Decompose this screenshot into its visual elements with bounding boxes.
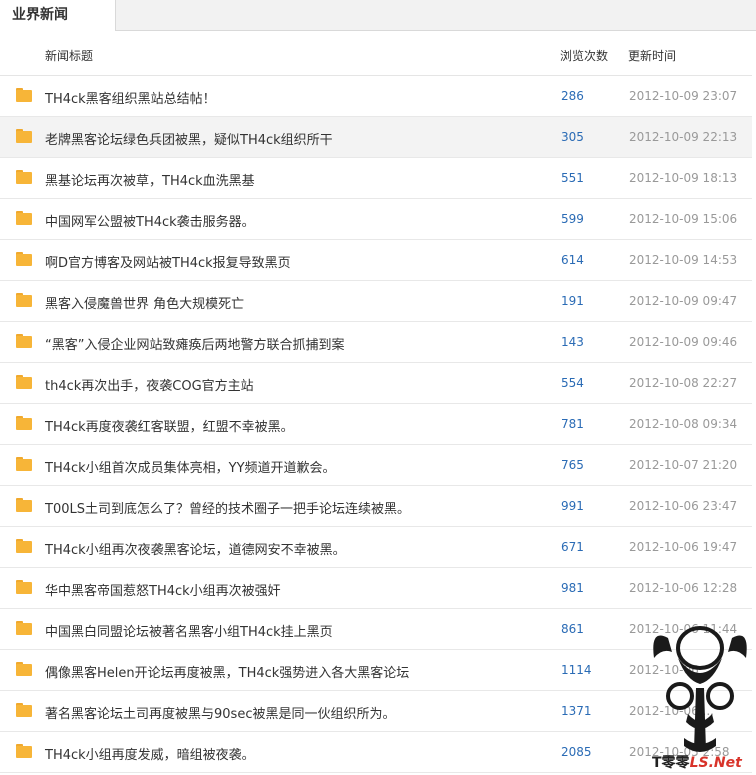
table-row[interactable]: 华中黑客帝国惹怒TH4ck小组再次被强奸 981 2012-10-06 12:28 [0, 568, 752, 609]
news-title-link[interactable]: 啊D官方博客及网站被TH4ck报复导致黑页 [45, 252, 291, 271]
news-list: TH4ck黑客组织黑站总结帖！ 286 2012-10-09 23:07 老牌黑客论坛… [0, 76, 752, 773]
news-title-link[interactable]: T00LS土司到底怎么了？曾经的技术圈子一把手论坛连续被黑。 [45, 498, 410, 517]
list-header: 新闻标题 浏览次数 更新时间 [0, 31, 752, 76]
folder-icon [16, 375, 32, 389]
update-time: 2012-10-09 15:06 [629, 212, 738, 226]
view-count: 305 [561, 130, 584, 144]
folder-icon [16, 580, 32, 594]
view-count: 551 [561, 171, 584, 185]
table-row[interactable]: th4ck再次出手，夜袭COG官方主站 554 2012-10-08 22:27 [0, 363, 752, 404]
watermark-prefix: T零零 [652, 755, 690, 771]
view-count: 286 [561, 89, 584, 103]
news-title-link[interactable]: TH4ck小组首次成员集体亮相，YY频道开道歉会。 [45, 457, 336, 476]
table-row[interactable]: 偶像黑客Helen开论坛再度被黑，TH4ck强势进入各大黑客论坛 1114 2012… [0, 650, 752, 691]
dragon-logo-watermark [653, 626, 747, 752]
table-row[interactable]: TH4ck再度夜袭红客联盟，红盟不幸被黑。 781 2012-10-08 09:34 [0, 404, 752, 445]
folder-icon [16, 211, 32, 225]
view-count: 1371 [561, 704, 592, 718]
table-row[interactable]: TH4ck黑客组织黑站总结帖！ 286 2012-10-09 23:07 [0, 76, 752, 117]
update-time: 2012-10-06 12:28 [629, 581, 738, 595]
view-count: 614 [561, 253, 584, 267]
view-count: 991 [561, 499, 584, 513]
table-row[interactable]: TH4ck小组再次夜袭黑客论坛，道德网安不幸被黑。 671 2012-10-06 1… [0, 527, 752, 568]
folder-icon [16, 744, 32, 758]
update-time: 2012-10-07 21:20 [629, 458, 738, 472]
news-title-link[interactable]: 偶像黑客Helen开论坛再度被黑，TH4ck强势进入各大黑客论坛 [45, 662, 409, 681]
folder-icon [16, 334, 32, 348]
news-title-link[interactable]: 华中黑客帝国惹怒TH4ck小组再次被强奸 [45, 580, 281, 599]
view-count: 671 [561, 540, 584, 554]
update-time: 2012-10-06 19:47 [629, 540, 738, 554]
update-time: 2012-10-09 18:13 [629, 171, 738, 185]
update-time: 2012-10-09 14:53 [629, 253, 738, 267]
folder-icon [16, 170, 32, 184]
view-count: 765 [561, 458, 584, 472]
folder-icon [16, 498, 32, 512]
column-header-date: 更新时间 [628, 49, 677, 63]
folder-icon [16, 703, 32, 717]
news-title-link[interactable]: 中国网军公盟被TH4ck袭击服务器。 [45, 211, 255, 230]
view-count: 861 [561, 622, 584, 636]
view-count: 191 [561, 294, 584, 308]
news-title-link[interactable]: TH4ck小组再度发威，暗组被夜袭。 [45, 744, 255, 763]
news-title-link[interactable]: 黑基论坛再次被草，TH4ck血洗黑基 [45, 170, 255, 189]
view-count: 599 [561, 212, 584, 226]
update-time: 2012-10-08 22:27 [629, 376, 738, 390]
news-title-link[interactable]: 黑客入侵魔兽世界 角色大规模死亡 [45, 293, 244, 312]
folder-icon [16, 662, 32, 676]
view-count: 1114 [561, 663, 592, 677]
table-row[interactable]: “黑客”入侵企业网站致瘫痪后两地警方联合抓捕到案 143 2012-10-09 09… [0, 322, 752, 363]
folder-icon [16, 539, 32, 553]
view-count: 554 [561, 376, 584, 390]
table-row[interactable]: TH4ck小组再度发威，暗组被夜袭。 2085 2012-10-05 2:58 [0, 732, 752, 773]
folder-icon [16, 457, 32, 471]
watermark-suffix: .Net [708, 755, 742, 771]
update-time: 2012-10-08 09:34 [629, 417, 738, 431]
folder-icon [16, 252, 32, 266]
folder-icon [16, 88, 32, 102]
tab-industry-news[interactable]: 业界新闻 [0, 0, 116, 31]
news-title-link[interactable]: “黑客”入侵企业网站致瘫痪后两地警方联合抓捕到案 [45, 334, 344, 353]
news-title-link[interactable]: TH4ck小组再次夜袭黑客论坛，道德网安不幸被黑。 [45, 539, 346, 558]
folder-icon [16, 129, 32, 143]
update-time: 2012-10-09 22:13 [629, 130, 738, 144]
watermark-text: T零零LS.Net [652, 752, 742, 772]
news-title-link[interactable]: 中国黑白同盟论坛被著名黑客小组TH4ck挂上黑页 [45, 621, 333, 640]
update-time: 2012-10-09 09:46 [629, 335, 738, 349]
folder-icon [16, 621, 32, 635]
news-title-link[interactable]: th4ck再次出手，夜袭COG官方主站 [45, 375, 254, 394]
view-count: 143 [561, 335, 584, 349]
table-row[interactable]: 黑客入侵魔兽世界 角色大规模死亡 191 2012-10-09 09:47 [0, 281, 752, 322]
table-row[interactable]: 著名黑客论坛土司再度被黑与90sec被黑是同一伙组织所为。 1371 2012-10… [0, 691, 752, 732]
table-row[interactable]: 中国网军公盟被TH4ck袭击服务器。 599 2012-10-09 15:06 [0, 199, 752, 240]
table-row[interactable]: 黑基论坛再次被草，TH4ck血洗黑基 551 2012-10-09 18:13 [0, 158, 752, 199]
watermark-mid: LS [689, 755, 709, 771]
view-count: 781 [561, 417, 584, 431]
table-row[interactable]: T00LS土司到底怎么了？曾经的技术圈子一把手论坛连续被黑。 991 2012-10… [0, 486, 752, 527]
news-title-link[interactable]: 老牌黑客论坛绿色兵团被黑，疑似TH4ck组织所干 [45, 129, 333, 148]
column-header-title: 新闻标题 [45, 49, 94, 63]
update-time: 2012-10-09 23:07 [629, 89, 738, 103]
view-count: 2085 [561, 745, 592, 759]
table-row[interactable]: 中国黑白同盟论坛被著名黑客小组TH4ck挂上黑页 861 2012-10-06 11… [0, 609, 752, 650]
table-row[interactable]: TH4ck小组首次成员集体亮相，YY频道开道歉会。 765 2012-10-07 2… [0, 445, 752, 486]
table-row[interactable]: 老牌黑客论坛绿色兵团被黑，疑似TH4ck组织所干 305 2012-10-09 22… [0, 117, 752, 158]
column-header-views: 浏览次数 [560, 49, 609, 63]
news-title-link[interactable]: 著名黑客论坛土司再度被黑与90sec被黑是同一伙组织所为。 [45, 703, 395, 722]
update-time: 2012-10-09 09:47 [629, 294, 738, 308]
news-title-link[interactable]: TH4ck黑客组织黑站总结帖！ [45, 88, 216, 107]
update-time: 2012-10-06 23:47 [629, 499, 738, 513]
folder-icon [16, 293, 32, 307]
table-row[interactable]: 啊D官方博客及网站被TH4ck报复导致黑页 614 2012-10-09 14:53 [0, 240, 752, 281]
view-count: 981 [561, 581, 584, 595]
folder-icon [16, 416, 32, 430]
news-title-link[interactable]: TH4ck再度夜袭红客联盟，红盟不幸被黑。 [45, 416, 294, 435]
tab-bar: 业界新闻 [0, 0, 756, 31]
